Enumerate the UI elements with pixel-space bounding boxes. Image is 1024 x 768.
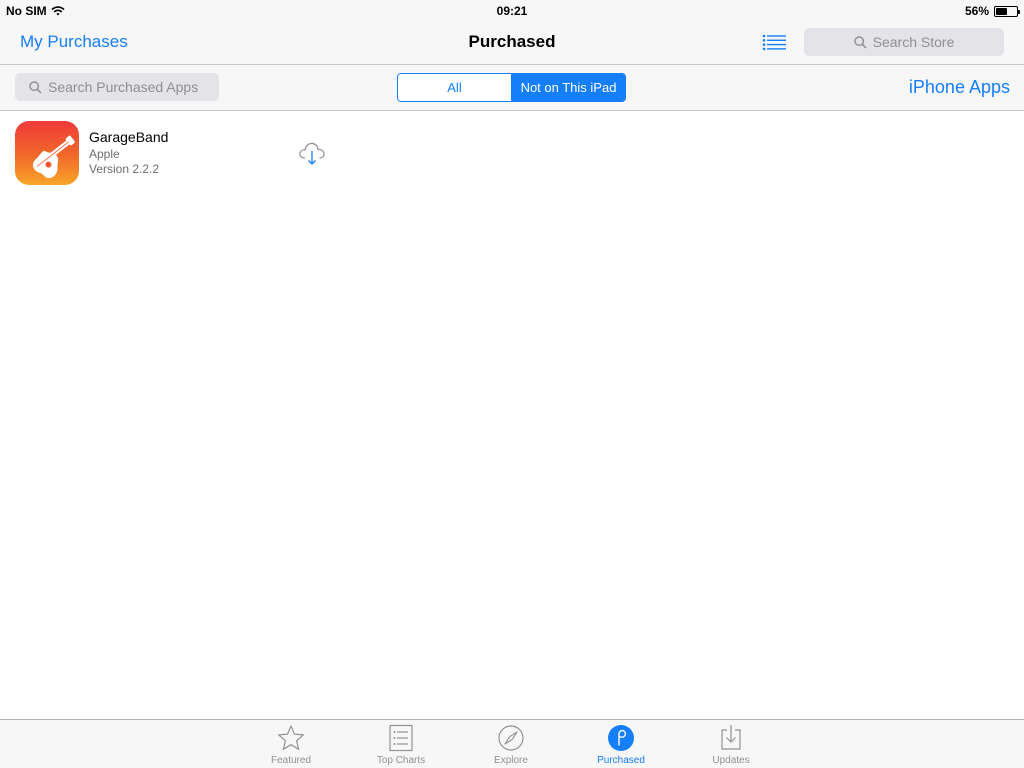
search-icon xyxy=(853,35,867,49)
garageband-app-icon[interactable] xyxy=(15,121,79,185)
tab-label: Purchased xyxy=(597,755,645,766)
purchased-search-field[interactable]: Search Purchased Apps xyxy=(15,73,219,101)
tab-purchased[interactable]: Purchased xyxy=(576,720,666,768)
segment-not-on-this-ipad[interactable]: Not on This iPad xyxy=(512,74,625,101)
battery-fill xyxy=(996,7,1008,15)
battery-icon xyxy=(994,5,1020,17)
tab-updates[interactable]: Updates xyxy=(686,720,776,768)
tab-label: Explore xyxy=(494,755,528,766)
tab-top-charts[interactable]: Top Charts xyxy=(356,720,446,768)
status-right: 56% xyxy=(964,4,1020,18)
filter-toolbar: Search Purchased Apps All Not on This iP… xyxy=(0,65,1024,111)
status-bar: No SIM 09:21 56% xyxy=(0,0,1024,20)
list-item[interactable]: GarageBand Apple Version 2.2.2 xyxy=(15,121,335,185)
iphone-apps-button[interactable]: iPhone Apps xyxy=(909,77,1010,98)
list-icon[interactable] xyxy=(762,33,786,51)
status-time: 09:21 xyxy=(496,4,528,18)
download-tray-icon xyxy=(721,725,741,750)
battery-percent: 56% xyxy=(964,4,989,18)
tab-label: Top Charts xyxy=(376,755,426,766)
tab-explore[interactable]: Explore xyxy=(466,720,556,768)
segment-all[interactable]: All xyxy=(398,74,512,101)
tab-label: Updates xyxy=(712,755,750,766)
guitar-icon xyxy=(32,135,75,179)
star-icon xyxy=(278,725,304,750)
app-version: Version 2.2.2 xyxy=(89,162,160,176)
store-search-placeholder: Search Store xyxy=(872,34,955,50)
nav-bar: My Purchases Purchased Search Store xyxy=(0,20,1024,65)
segmented-control: All Not on This iPad xyxy=(397,73,626,102)
purchased-search-placeholder: Search Purchased Apps xyxy=(48,79,199,95)
search-icon xyxy=(29,80,42,94)
app-name: GarageBand xyxy=(89,129,169,145)
tab-bar: Featured Top Charts Explore Purchased Up… xyxy=(0,719,1024,768)
tab-label: Featured xyxy=(270,755,312,766)
compass-icon xyxy=(498,725,524,751)
cloud-download-icon[interactable] xyxy=(297,140,327,168)
store-search-field[interactable]: Search Store xyxy=(804,28,1004,56)
purchased-icon xyxy=(608,725,634,751)
list-icon xyxy=(389,724,413,752)
app-developer: Apple xyxy=(89,147,120,161)
tab-featured[interactable]: Featured xyxy=(246,720,336,768)
purchased-list: GarageBand Apple Version 2.2.2 xyxy=(0,111,1024,719)
